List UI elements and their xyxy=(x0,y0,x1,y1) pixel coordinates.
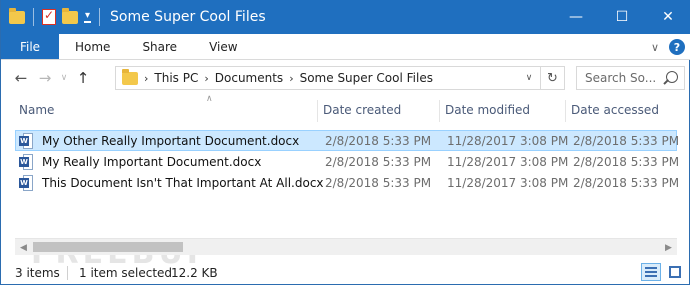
refresh-icon[interactable]: ↻ xyxy=(540,67,564,89)
file-date-accessed: 2/8/2018 5:33 PM xyxy=(573,154,680,169)
file-name: This Document Isn't That Important At Al… xyxy=(42,175,324,190)
breadcrumb-chevron-icon[interactable]: › xyxy=(198,72,214,85)
search-input[interactable] xyxy=(585,71,659,85)
word-document-icon: W xyxy=(19,174,33,191)
quick-access-toolbar: ▾ xyxy=(1,7,92,26)
details-view-button[interactable] xyxy=(641,263,661,281)
file-date-modified: 11/28/2017 3:08 PM xyxy=(447,175,569,190)
file-row[interactable]: W This Document Isn't That Important At … xyxy=(15,172,680,193)
up-arrow-icon[interactable]: ↑ xyxy=(71,69,95,87)
navigation-bar: ← → ∨ ↑ › This PC › Documents › Some Sup… xyxy=(1,60,690,96)
ribbon-right-controls: ∨ ? xyxy=(651,34,685,60)
address-bar[interactable]: › This PC › Documents › Some Super Cool … xyxy=(115,66,565,90)
column-header-name[interactable]: Name xyxy=(13,96,317,124)
tab-home[interactable]: Home xyxy=(59,34,126,59)
word-document-icon: W xyxy=(19,132,33,149)
ribbon-tabs: File Home Share View ∨ ? xyxy=(1,34,690,60)
status-bar: 3 items 1 item selected 12.2 KB xyxy=(1,260,690,285)
address-history-chevron-icon[interactable]: ∨ xyxy=(520,67,538,89)
details-view-icon xyxy=(645,267,657,277)
folder-icon xyxy=(9,7,25,24)
file-name: My Other Really Important Document.docx xyxy=(42,133,300,148)
customize-toolbar-chevron-icon[interactable]: ▾ xyxy=(84,11,92,23)
search-icon xyxy=(666,71,678,83)
selection-count: 1 item selected xyxy=(79,265,173,280)
file-date-modified: 11/28/2017 3:08 PM xyxy=(447,154,569,169)
column-header-date-modified[interactable]: Date modified xyxy=(439,96,565,124)
file-row[interactable]: W My Other Really Important Document.doc… xyxy=(15,130,680,151)
properties-icon[interactable] xyxy=(42,8,56,25)
tab-share[interactable]: Share xyxy=(126,34,193,59)
new-folder-icon[interactable] xyxy=(62,7,78,24)
breadcrumb-chevron-icon[interactable]: › xyxy=(138,72,154,85)
file-date-created: 2/8/2018 5:33 PM xyxy=(325,175,432,190)
search-box[interactable] xyxy=(576,66,685,90)
file-date-created: 2/8/2018 5:33 PM xyxy=(325,154,432,169)
file-list: W My Other Really Important Document.doc… xyxy=(15,130,680,193)
forward-arrow-icon[interactable]: → xyxy=(33,69,57,87)
selection-size: 12.2 KB xyxy=(171,265,218,280)
large-icons-view-button[interactable] xyxy=(665,263,685,281)
file-explorer-window: ▾ Some Super Cool Files — ☐ ✕ File Home … xyxy=(0,0,690,285)
window-title: Some Super Cool Files xyxy=(110,9,266,25)
file-date-accessed: 2/8/2018 5:33 PM xyxy=(573,133,680,148)
recent-locations-chevron-icon[interactable]: ∨ xyxy=(57,73,71,83)
breadcrumb-documents[interactable]: Documents xyxy=(215,71,283,85)
file-row[interactable]: W My Really Important Document.docx 2/8/… xyxy=(15,151,680,172)
file-date-created: 2/8/2018 5:33 PM xyxy=(325,133,432,148)
large-icons-view-icon xyxy=(669,266,681,278)
address-folder-icon xyxy=(122,68,138,85)
item-count: 3 items xyxy=(15,265,60,280)
column-header-date-created[interactable]: Date created xyxy=(317,96,439,124)
back-arrow-icon[interactable]: ← xyxy=(9,69,33,87)
file-date-accessed: 2/8/2018 5:33 PM xyxy=(573,175,680,190)
word-document-icon: W xyxy=(19,153,33,170)
expand-ribbon-chevron-icon[interactable]: ∨ xyxy=(651,41,659,54)
column-header-date-accessed[interactable]: Date accessed xyxy=(565,96,685,124)
tab-file[interactable]: File xyxy=(1,34,59,59)
quick-access-divider xyxy=(33,8,34,26)
column-headers: ∧ Name Date created Date modified Date a… xyxy=(1,94,690,124)
file-date-modified: 11/28/2017 3:08 PM xyxy=(447,133,569,148)
status-divider xyxy=(67,266,68,280)
minimize-button[interactable]: — xyxy=(553,0,599,34)
view-switcher xyxy=(641,263,685,281)
scroll-right-arrow-icon[interactable]: ▶ xyxy=(660,239,677,256)
breadcrumb-this-pc[interactable]: This PC xyxy=(154,71,198,85)
file-name: My Really Important Document.docx xyxy=(42,154,262,169)
breadcrumb-chevron-icon[interactable]: › xyxy=(283,72,299,85)
breadcrumb-current-folder[interactable]: Some Super Cool Files xyxy=(300,71,433,85)
close-button[interactable]: ✕ xyxy=(645,0,690,34)
scrollbar-thumb[interactable] xyxy=(33,242,183,252)
window-controls: — ☐ ✕ xyxy=(553,0,690,34)
tab-view[interactable]: View xyxy=(193,34,253,59)
title-bar[interactable]: ▾ Some Super Cool Files — ☐ ✕ xyxy=(1,0,690,34)
horizontal-scrollbar[interactable]: ◀ ▶ xyxy=(15,238,677,255)
scroll-left-arrow-icon[interactable]: ◀ xyxy=(15,239,32,256)
maximize-button[interactable]: ☐ xyxy=(599,0,645,34)
help-icon[interactable]: ? xyxy=(669,39,685,55)
title-divider xyxy=(99,8,101,26)
